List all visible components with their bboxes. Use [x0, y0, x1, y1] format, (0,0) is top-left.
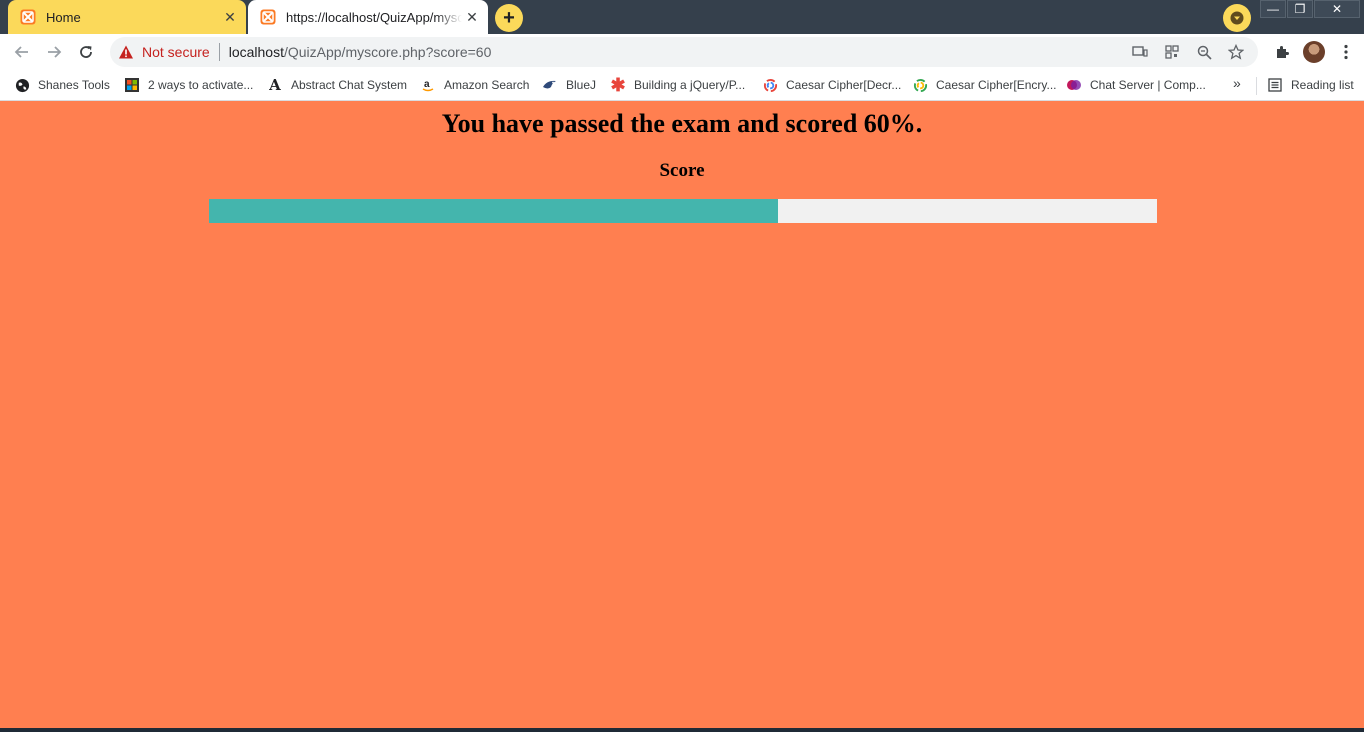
bookmark-label: Caesar Cipher[Decr... [786, 78, 902, 92]
asterisk-icon: ✱ [610, 74, 626, 95]
bookmarks-divider [1256, 77, 1257, 95]
reload-icon [80, 46, 92, 58]
score-progress-bar [209, 199, 1157, 223]
bookmark-abstract-chat-system[interactable]: A Abstract Chat System [267, 76, 408, 94]
bookmark-label: BlueJ [566, 78, 597, 92]
bookmark-bluej[interactable]: BlueJ [542, 77, 596, 93]
chevron-down-icon [1230, 11, 1244, 25]
bookmark-label: Chat Server | Comp... [1090, 78, 1206, 92]
toolbar-right [1266, 38, 1362, 66]
star-icon[interactable] [1220, 37, 1252, 67]
minimize-button[interactable]: — [1260, 0, 1286, 18]
reading-list-label: Reading list [1291, 78, 1354, 92]
tab-title: Home [46, 9, 81, 25]
result-heading: You have passed the exam and scored 60%. [441, 109, 923, 138]
bookmark-label: Building a jQuery/P... [634, 78, 746, 92]
arrow-left-icon [14, 46, 28, 58]
xampp-icon [20, 9, 36, 25]
address-divider [218, 43, 220, 61]
reload-button[interactable] [72, 38, 100, 66]
browser-title-bar: Home ✕ https://localhost/QuizApp/myscore… [0, 0, 1364, 34]
page-content: You have passed the exam and scored 60%.… [0, 102, 1364, 728]
tab-home[interactable]: Home ✕ [8, 0, 246, 34]
score-label: Score [659, 160, 705, 181]
swirl-icon [912, 77, 928, 93]
globe-icon [14, 77, 30, 93]
extensions-icon[interactable] [1266, 38, 1298, 66]
bookmark-chat-server[interactable]: Chat Server | Comp... [1066, 77, 1206, 93]
bookmark-label: Abstract Chat System [291, 78, 408, 92]
window-controls: — ❐ ✕ [1260, 0, 1361, 20]
bookmark-label: Caesar Cipher[Encry... [936, 78, 1057, 92]
bookmarks-overflow-button[interactable]: » [1233, 75, 1241, 91]
security-status[interactable]: Not secure [142, 44, 210, 60]
profile-avatar[interactable] [1298, 38, 1330, 66]
score-progress-fill [209, 199, 778, 223]
bookmark-shanes-tools[interactable]: Shanes Tools [14, 77, 110, 93]
close-icon[interactable]: ✕ [220, 7, 240, 27]
swirl-icon [762, 77, 778, 93]
chat-icon [1066, 77, 1082, 93]
bookmark-label: 2 ways to activate... [148, 78, 254, 92]
tab-search-button[interactable] [1223, 4, 1251, 32]
xampp-icon [260, 9, 276, 25]
restore-button[interactable]: ❐ [1287, 0, 1313, 18]
taskbar [0, 728, 1364, 732]
bookmark-amazon-search[interactable]: a Amazon Search [420, 77, 529, 93]
zoom-icon[interactable] [1188, 37, 1220, 67]
warning-icon[interactable] [118, 44, 134, 60]
bird-icon [542, 77, 558, 93]
bookmark-label: Amazon Search [444, 78, 530, 92]
avatar [1303, 41, 1325, 63]
bookmarks-bar: Shanes Tools 2 ways to activate... A Abs… [0, 70, 1364, 101]
close-icon[interactable]: ✕ [462, 7, 482, 27]
windows-icon [124, 77, 140, 93]
browser-toolbar: Not secure localhost/QuizApp/myscore.php… [0, 34, 1364, 70]
url-host: localhost [228, 44, 284, 60]
tab-myscore[interactable]: https://localhost/QuizApp/myscore.php?sc… [248, 0, 488, 34]
bookmark-building-jquery[interactable]: ✱ Building a jQuery/P... [610, 74, 746, 95]
menu-icon[interactable] [1330, 38, 1362, 66]
bookmark-caesar-cipher-decrypt[interactable]: Caesar Cipher[Decr... [762, 77, 901, 93]
new-tab-button[interactable]: + [495, 4, 523, 32]
bookmark-caesar-cipher-encrypt[interactable]: Caesar Cipher[Encry... [912, 77, 1057, 93]
svg-text:a: a [424, 79, 430, 90]
cast-icon[interactable] [1124, 37, 1156, 67]
forward-button[interactable] [40, 38, 68, 66]
qr-code-icon[interactable] [1156, 37, 1188, 67]
address-bar[interactable]: Not secure localhost/QuizApp/myscore.php… [110, 37, 1258, 67]
address-bar-actions [1124, 37, 1252, 67]
tab-title: https://localhost/QuizApp/myscore.php?sc… [286, 9, 462, 25]
url-path: /QuizApp/myscore.php?score=60 [283, 44, 492, 60]
bookmark-label: Shanes Tools [38, 78, 110, 92]
arrow-right-icon [48, 46, 62, 58]
letter-a-icon: A [269, 76, 281, 94]
bookmark-2-ways-to-activate[interactable]: 2 ways to activate... [124, 77, 253, 93]
amazon-icon: a [420, 77, 436, 93]
reading-list-icon [1267, 77, 1283, 93]
window-close-button[interactable]: ✕ [1314, 0, 1360, 18]
back-button[interactable] [8, 38, 36, 66]
reading-list-button[interactable]: Reading list [1267, 77, 1354, 93]
